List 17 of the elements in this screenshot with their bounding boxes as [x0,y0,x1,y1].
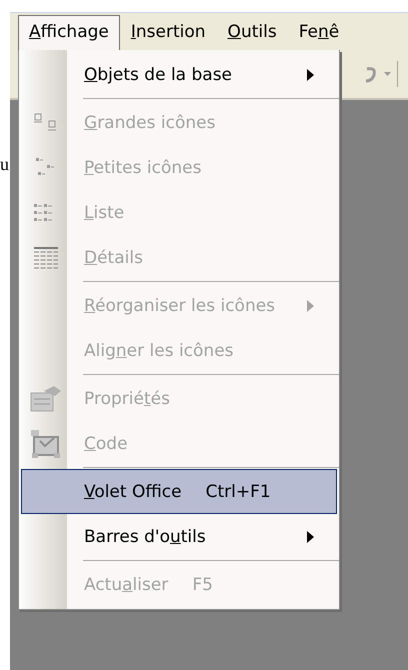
menu-bar-item[interactable]: Outils [216,15,288,50]
menu-bar-item[interactable]: Insertion [120,15,217,50]
properties-icon [30,384,62,412]
partial-text: u [0,154,9,174]
undo-icon[interactable] [364,65,378,83]
submenu-arrow-icon [307,300,314,312]
menu-item[interactable]: Objets de la base [21,52,337,97]
menu-item[interactable]: Volet Office Ctrl+F1 [21,469,337,514]
menu-bar-item[interactable]: Fenê [288,15,350,50]
submenu-arrow-icon [307,530,314,542]
menu-bar-item[interactable]: Affichage [18,15,120,50]
submenu-arrow-icon [307,68,314,80]
dropdown-caret-icon[interactable] [384,72,391,76]
code-module-icon [30,428,62,458]
details-icon [33,246,59,270]
menu-item[interactable]: Barres d'outils [21,514,337,559]
large-icons-icon [33,112,59,132]
